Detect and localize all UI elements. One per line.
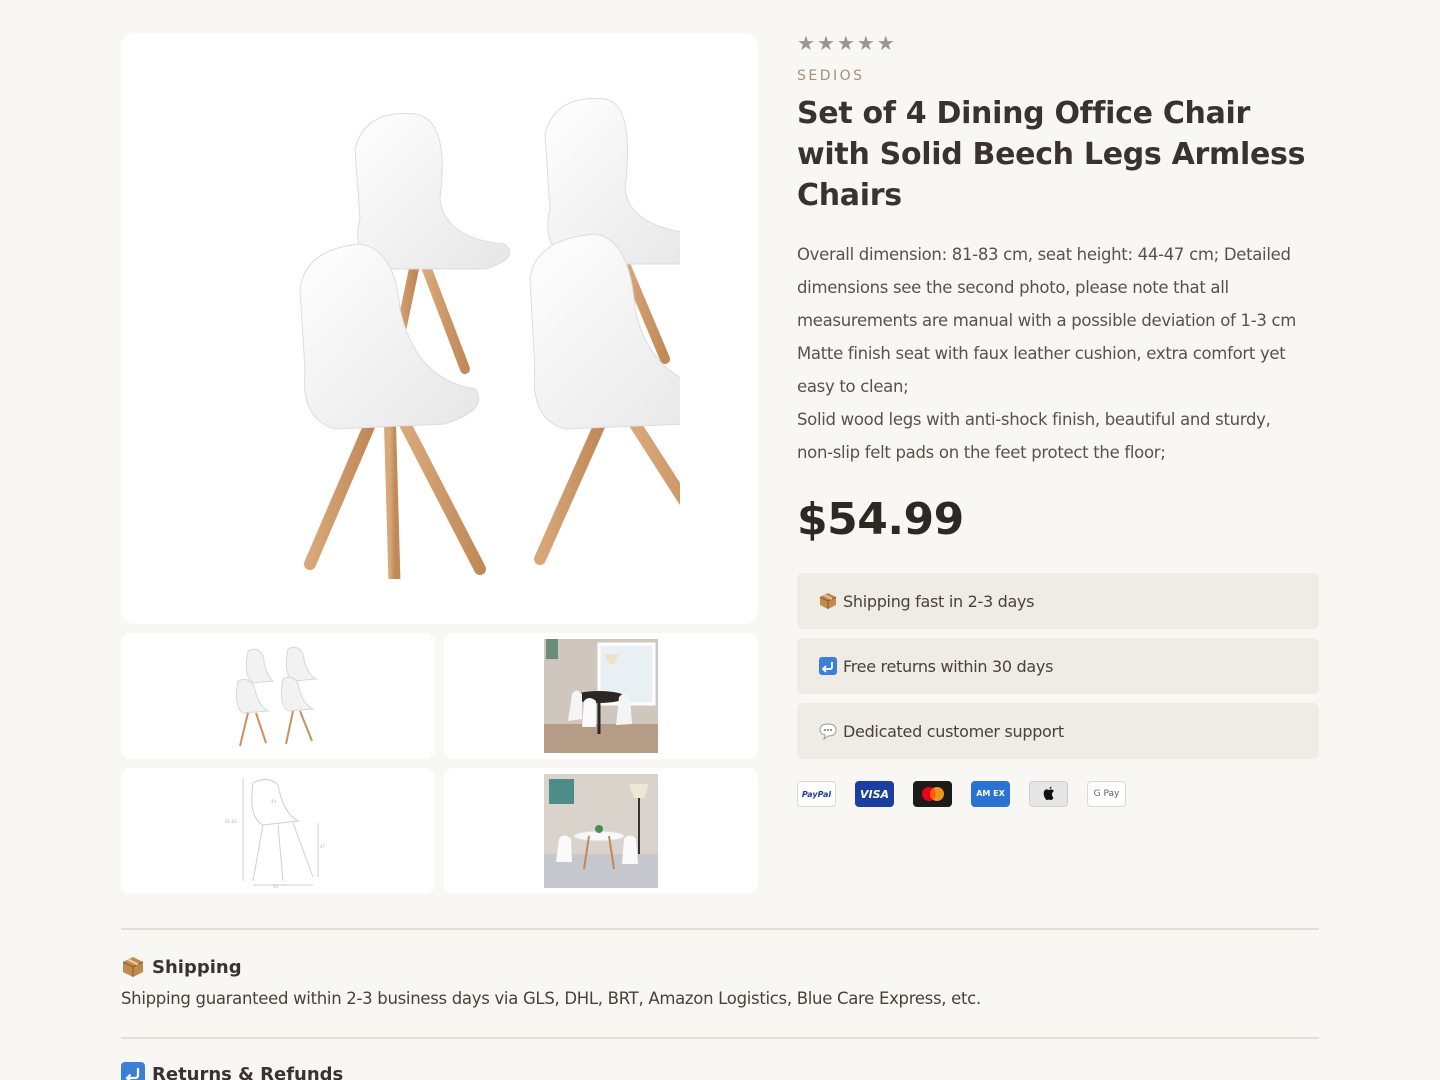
product-description: Overall dimension: 81-83 cm, seat height… [797,238,1319,469]
apple-pay-icon [1029,781,1068,807]
shipping-section-body: Shipping guaranteed within 2-3 business … [121,989,981,1008]
rating-stars: ★ ★ ★ ★ ★ [797,33,1319,53]
section-divider [121,1037,1319,1039]
feature-shipping: Shipping fast in 2-3 days [797,573,1319,629]
product-gallery: 81-83 44 47 54 [121,33,758,894]
paypal-icon: PayPal [797,781,836,807]
description-line: measurements are manual with a possible … [797,311,1297,330]
svg-text:44: 44 [271,799,277,804]
table-scene-thumbnail [544,774,658,888]
google-pay-icon: G Pay [1087,781,1126,807]
four-chairs-image [298,97,680,579]
feature-returns: Free returns within 30 days [797,638,1319,694]
speech-bubble-icon [817,720,839,742]
feature-label: Dedicated customer support [843,721,1064,741]
description-line: easy to clean; [797,377,909,396]
svg-text:54: 54 [273,884,279,889]
dining-room-thumbnail [544,639,658,753]
thumbnail-table-scene[interactable] [444,768,758,894]
description-line: Matte finish seat with faux leather cush… [797,344,1286,363]
star-icon: ★ [816,31,835,55]
svg-text:81-83: 81-83 [225,819,237,824]
feature-label: Shipping fast in 2-3 days [843,591,1035,611]
star-icon: ★ [876,31,895,55]
description-line: Solid wood legs with anti-shock finish, … [797,410,1271,429]
package-icon [817,590,839,612]
feature-list: Shipping fast in 2-3 days Free returns w… [797,573,1319,759]
returns-section-title[interactable]: Returns & Refunds [121,1062,1319,1080]
brand-name[interactable]: SEDIOS [797,68,1319,84]
payment-methods: PayPal VISA AM EX G Pay [797,781,1319,807]
star-icon: ★ [797,31,815,55]
product-price: $54.99 [797,494,964,545]
mastercard-icon [913,781,952,807]
amex-icon: AM EX [971,781,1010,807]
return-arrow-icon [817,655,839,677]
section-divider [121,928,1319,930]
product-title: Set of 4 Dining Office Chair with Solid … [797,96,1306,213]
four-chairs-thumbnail [235,646,318,747]
thumbnail-grid: 81-83 44 47 54 [121,633,758,894]
package-icon [121,955,145,979]
visa-icon: VISA [855,781,894,807]
section-heading: Returns & Refunds [152,1063,344,1080]
shipping-section-title[interactable]: Shipping [121,955,1319,979]
description-line: non-slip felt pads on the feet protect t… [797,443,1166,462]
star-icon: ★ [856,31,875,55]
svg-text:47: 47 [320,844,326,849]
shipping-section: Shipping Shipping guaranteed within 2-3 … [121,955,1319,1009]
thumbnail-dining-room[interactable] [444,633,758,759]
thumbnail-dimensions[interactable]: 81-83 44 47 54 [121,768,435,894]
description-line: dimensions see the second photo, please … [797,278,1229,297]
main-product-image[interactable] [121,33,758,624]
thumbnail-four-chairs[interactable] [121,633,435,759]
feature-label: Free returns within 30 days [843,656,1054,676]
return-arrow-icon [121,1062,145,1080]
description-line: Overall dimension: 81-83 cm, seat height… [797,245,1291,264]
returns-section: Returns & Refunds [121,1062,1319,1080]
dimension-drawing-thumbnail: 81-83 44 47 54 [225,778,326,889]
section-heading: Shipping [152,956,242,978]
feature-support: Dedicated customer support [797,703,1319,759]
star-icon: ★ [836,31,855,55]
product-info: ★ ★ ★ ★ ★ SEDIOS Set of 4 Dining Office … [797,33,1319,807]
